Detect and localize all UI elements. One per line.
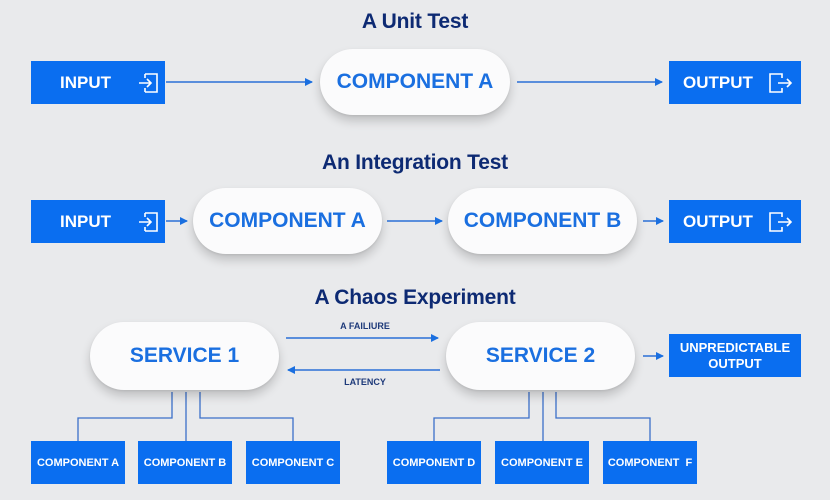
- login-icon: [139, 212, 158, 232]
- failure-label: A FAILIURE: [340, 321, 390, 331]
- unit-output-box: OUTPUT: [669, 61, 801, 104]
- latency-label: LATENCY: [344, 377, 386, 387]
- integration-input-box: INPUT: [31, 200, 165, 243]
- login-icon: [139, 73, 158, 93]
- unit-input-label: INPUT: [60, 72, 111, 92]
- integration-test-title: An Integration Test: [322, 151, 508, 174]
- service-1-component-a: COMPONENT A: [31, 441, 125, 484]
- unit-input-box: INPUT: [31, 61, 165, 104]
- integration-component-a: COMPONENT A: [193, 188, 382, 254]
- service-2-tree: [433, 392, 651, 441]
- service-1: SERVICE 1: [90, 322, 279, 390]
- integration-input-label: INPUT: [60, 211, 111, 231]
- service-1-component-b: COMPONENT B: [138, 441, 232, 484]
- integration-component-b: COMPONENT B: [448, 188, 637, 254]
- unpredictable-output-line1: UNPREDICTABLE: [679, 339, 791, 355]
- unit-output-label: OUTPUT: [683, 72, 753, 92]
- unit-test-title: A Unit Test: [361, 10, 469, 33]
- service-2-component-f: COMPONENT F: [603, 441, 697, 484]
- service-2-component-e: COMPONENT E: [495, 441, 589, 484]
- chaos-experiment-title: A Chaos Experiment: [314, 286, 516, 309]
- unit-component-a: COMPONENT A: [320, 49, 510, 115]
- service-2-component-d: COMPONENT D: [387, 441, 481, 484]
- integration-output-box: OUTPUT: [669, 200, 801, 243]
- unpredictable-output-line2: OUTPUT: [708, 355, 762, 371]
- integration-output-label: OUTPUT: [683, 211, 753, 231]
- service-1-component-c: COMPONENT C: [246, 441, 340, 484]
- logout-icon: [769, 212, 793, 232]
- logout-icon: [769, 73, 793, 93]
- unpredictable-output-box: UNPREDICTABLE OUTPUT: [669, 334, 801, 377]
- service-1-tree: [77, 392, 294, 441]
- service-2: SERVICE 2: [446, 322, 635, 390]
